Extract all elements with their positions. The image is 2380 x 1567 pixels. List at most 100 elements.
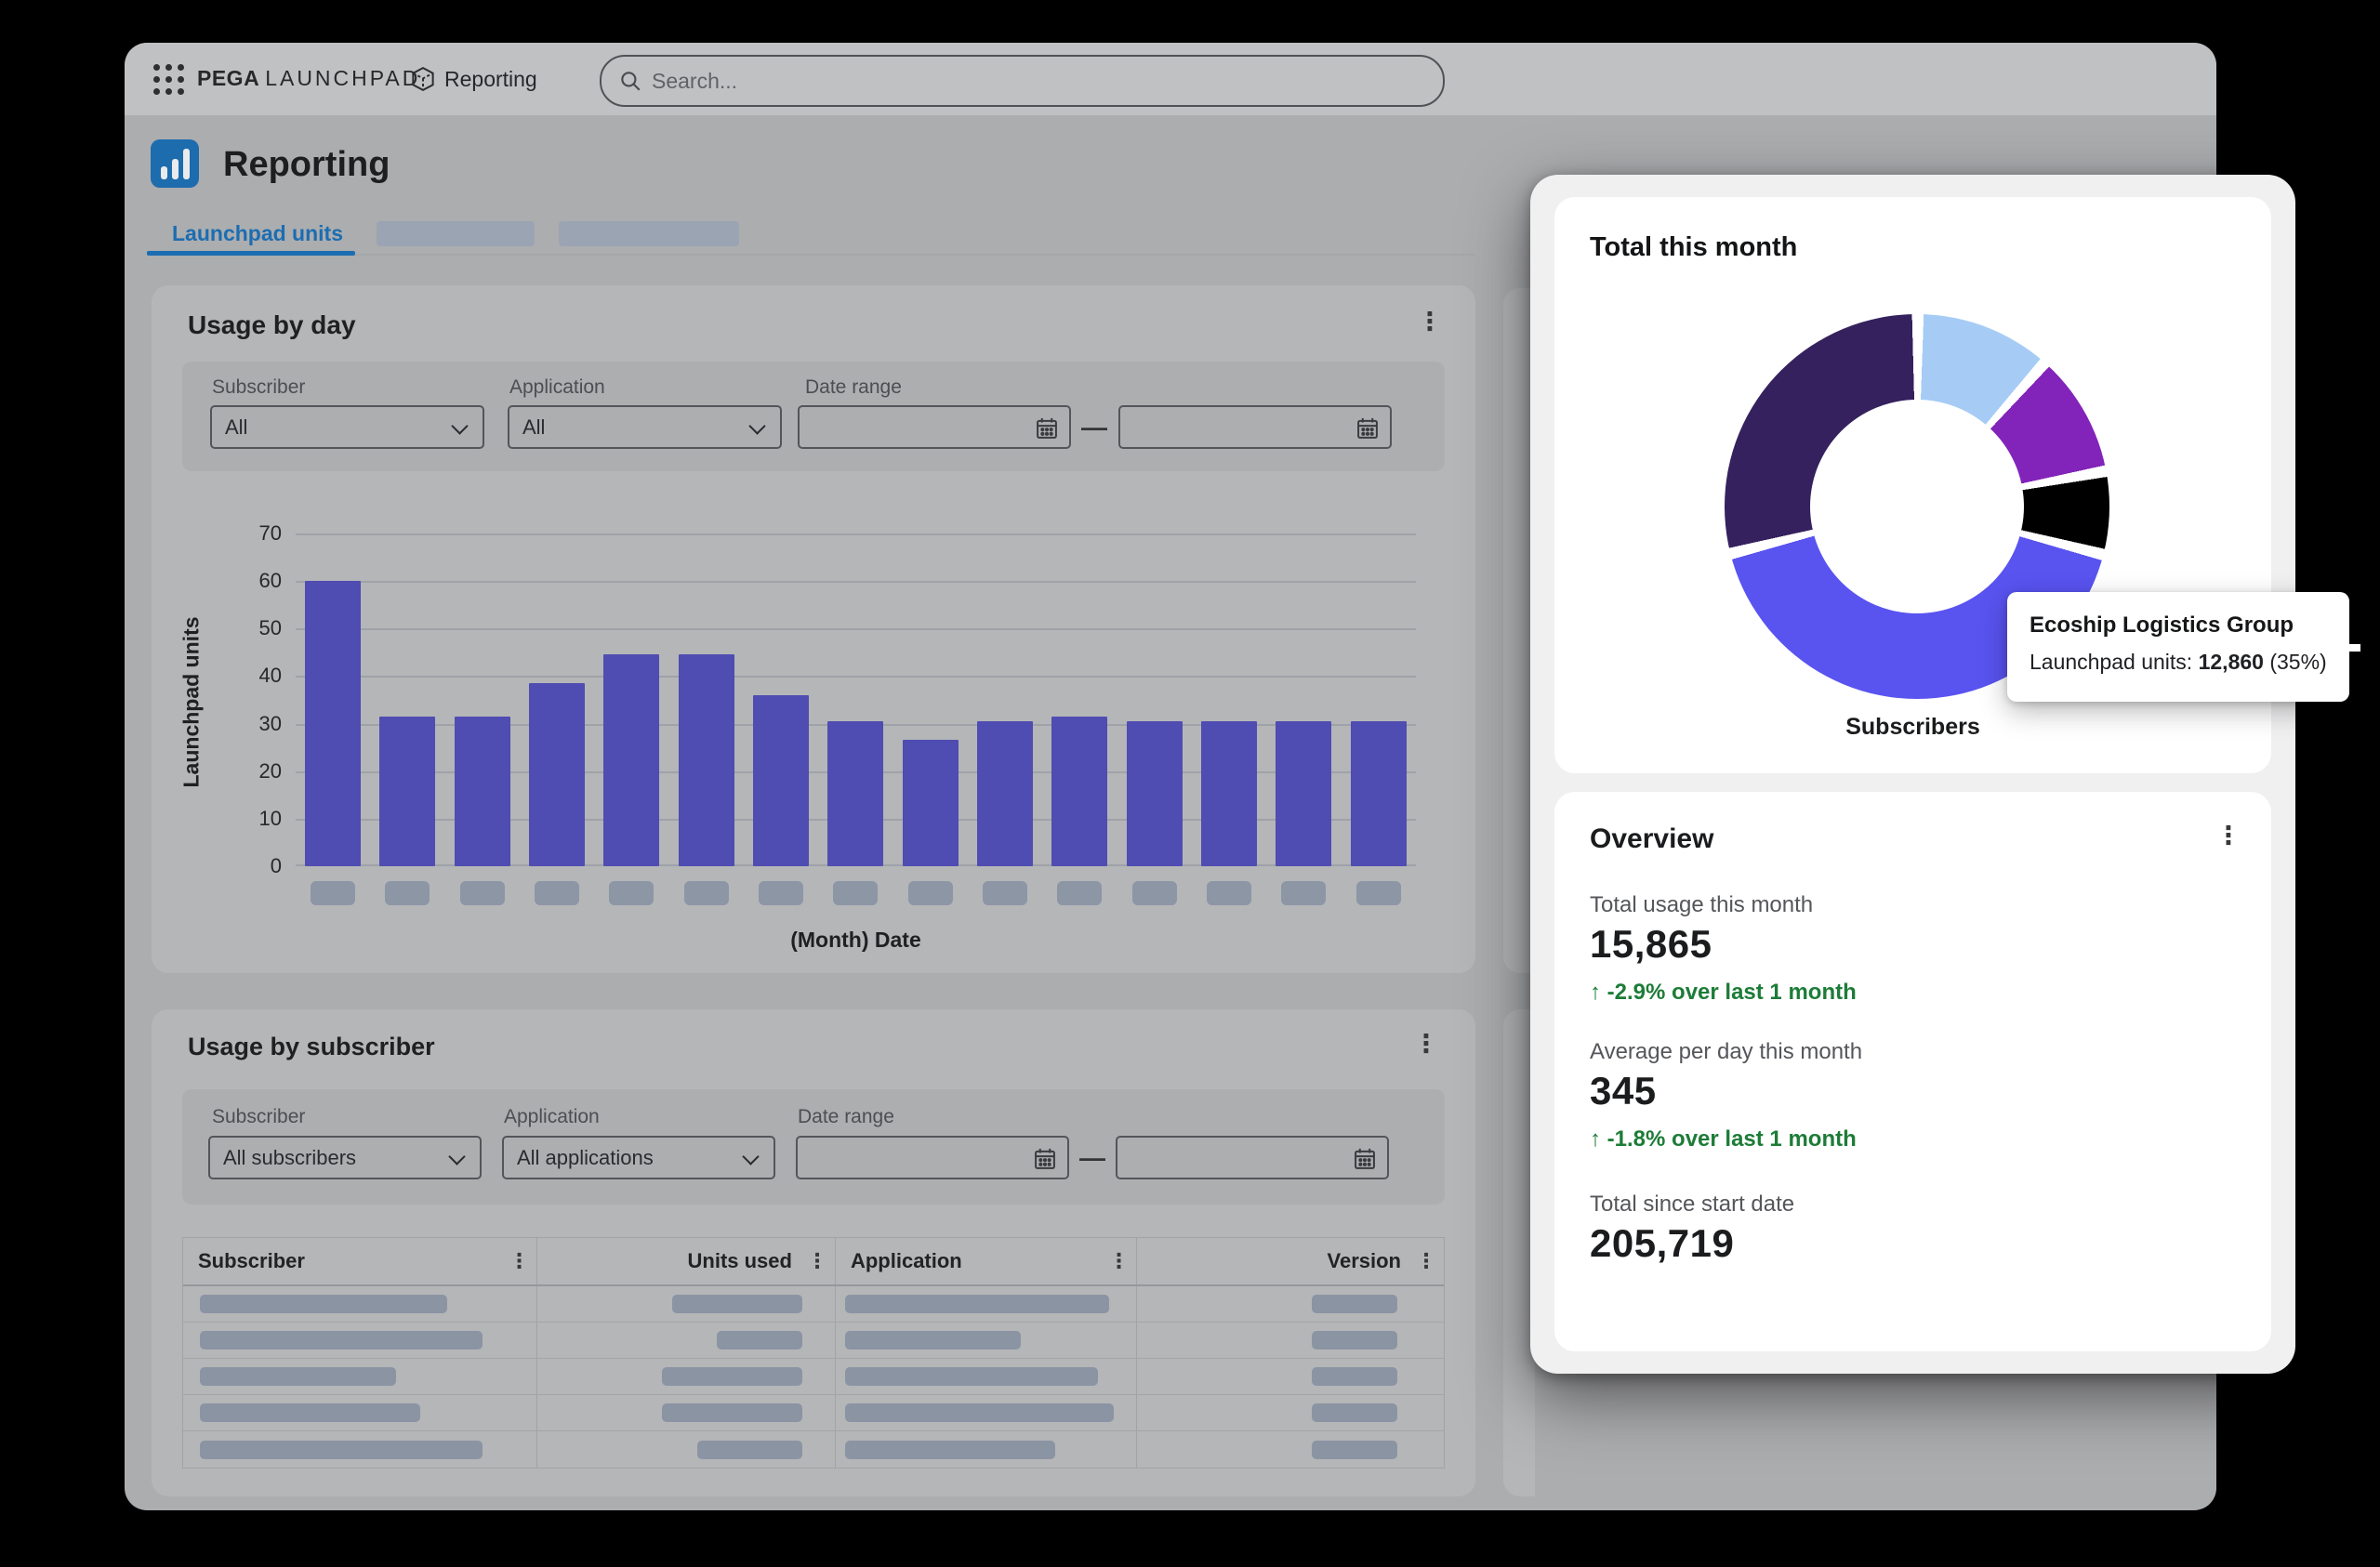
skeleton-pill xyxy=(1312,1295,1397,1313)
skeleton-pill xyxy=(1312,1367,1397,1386)
chevron-down-icon xyxy=(451,417,468,434)
usage-by-day-kebab-icon[interactable] xyxy=(1416,308,1444,336)
usage-by-subscriber-kebab-icon[interactable] xyxy=(1412,1030,1440,1058)
search-input[interactable]: Search... xyxy=(600,55,1445,107)
up-arrow-icon: ↑ xyxy=(1590,980,1601,1005)
application-filter-label: Application xyxy=(504,1106,600,1128)
column-header-label: Application xyxy=(851,1238,962,1284)
column-kebab-icon[interactable] xyxy=(505,1247,533,1275)
bar[interactable] xyxy=(1276,721,1331,866)
usage-by-day-title: Usage by day xyxy=(188,310,356,340)
application-filter-label: Application xyxy=(509,376,605,399)
date-end-input[interactable] xyxy=(1116,1136,1389,1179)
table-cell xyxy=(1137,1395,1444,1430)
bar[interactable] xyxy=(679,654,734,866)
y-tick-label: 60 xyxy=(198,568,282,594)
subscriber-dropdown[interactable]: All xyxy=(210,405,484,449)
chevron-down-icon xyxy=(742,1148,759,1165)
skeleton-pill xyxy=(717,1331,802,1350)
bar[interactable] xyxy=(1051,717,1107,866)
bar[interactable] xyxy=(977,721,1033,866)
subscriber-filter-label: Subscriber xyxy=(212,376,305,399)
total-this-month-title: Total this month xyxy=(1590,232,1797,263)
bar[interactable] xyxy=(529,683,585,866)
date-start-input[interactable] xyxy=(798,405,1071,449)
tab-placeholder[interactable] xyxy=(377,221,535,246)
table-row xyxy=(183,1431,1444,1468)
chevron-down-icon xyxy=(448,1148,465,1165)
date-end-input[interactable] xyxy=(1118,405,1392,449)
bar[interactable] xyxy=(305,581,361,866)
tab-placeholder[interactable] xyxy=(559,221,739,246)
table-row xyxy=(183,1395,1444,1431)
column-kebab-icon[interactable] xyxy=(1412,1247,1440,1275)
bar[interactable] xyxy=(903,740,959,866)
y-tick-label: 30 xyxy=(198,711,282,737)
skeleton-pill xyxy=(845,1441,1055,1459)
skeleton-pill xyxy=(697,1441,802,1459)
skeleton-pill xyxy=(845,1295,1109,1313)
column-header-label: Version xyxy=(1328,1238,1401,1284)
skeleton-pill xyxy=(845,1367,1098,1386)
date-range-label: Date range xyxy=(805,376,902,399)
bar[interactable] xyxy=(1127,721,1183,866)
x-tick-placeholder xyxy=(983,881,1027,905)
table-cell xyxy=(537,1395,836,1430)
application-dropdown[interactable]: All applications xyxy=(502,1136,775,1179)
x-tick-placeholder xyxy=(908,881,953,905)
stat-delta-text: -2.9% over last 1 month xyxy=(1607,980,1857,1005)
table-row xyxy=(183,1286,1444,1323)
y-tick-label: 50 xyxy=(198,615,282,641)
subscriber-filter-label: Subscriber xyxy=(212,1106,305,1128)
skeleton-pill xyxy=(200,1441,483,1459)
app-launcher-icon[interactable] xyxy=(153,64,184,95)
header-cell: Application xyxy=(836,1238,1138,1284)
x-tick-placeholder xyxy=(1281,881,1326,905)
x-tick-placeholder xyxy=(1132,881,1177,905)
tab-launchpad-units[interactable]: Launchpad units xyxy=(172,221,343,246)
calendar-icon xyxy=(1034,415,1060,441)
tooltip-value-line: Launchpad units: 12,860 (35%) xyxy=(2030,650,2327,675)
table-cell xyxy=(836,1431,1138,1468)
bar[interactable] xyxy=(827,721,883,866)
date-start-input[interactable] xyxy=(796,1136,1069,1179)
stat-value: 15,865 xyxy=(1590,922,1712,967)
app-cube-icon xyxy=(409,65,437,93)
reporting-page-icon xyxy=(151,139,199,188)
stat-value: 345 xyxy=(1590,1069,1657,1113)
x-tick-placeholder xyxy=(609,881,654,905)
tooltip-title: Ecoship Logistics Group xyxy=(2030,612,2294,639)
application-dropdown[interactable]: All xyxy=(508,405,782,449)
active-tab-underline xyxy=(147,251,355,256)
brand-logo: PEGALAUNCHPAD xyxy=(197,66,420,91)
chevron-down-icon xyxy=(748,417,765,434)
stat-value: 205,719 xyxy=(1590,1221,1734,1266)
bar[interactable] xyxy=(455,717,510,866)
bar[interactable] xyxy=(1351,721,1407,866)
table-cell xyxy=(183,1359,537,1394)
skeleton-pill xyxy=(200,1367,396,1386)
table-cell xyxy=(537,1431,836,1468)
donut-hole xyxy=(1810,400,2024,613)
column-header-label: Subscriber xyxy=(198,1238,305,1284)
bar[interactable] xyxy=(1201,721,1257,866)
brand-primary: PEGA xyxy=(197,66,259,90)
x-axis-title: (Month) Date xyxy=(296,928,1416,953)
subscriber-dropdown[interactable]: All subscribers xyxy=(208,1136,482,1179)
gridline xyxy=(296,676,1416,678)
overview-kebab-icon[interactable] xyxy=(2215,822,2242,849)
skeleton-pill xyxy=(1312,1403,1397,1422)
x-tick-placeholder xyxy=(385,881,430,905)
table-cell xyxy=(537,1359,836,1394)
bar[interactable] xyxy=(379,717,435,866)
table-cell xyxy=(836,1395,1138,1430)
stat-label: Total usage this month xyxy=(1590,892,1813,918)
column-kebab-icon[interactable] xyxy=(1104,1247,1132,1275)
table-cell xyxy=(836,1286,1138,1322)
bar[interactable] xyxy=(603,654,659,866)
bar[interactable] xyxy=(753,695,809,866)
table-cell xyxy=(183,1323,537,1358)
table-cell xyxy=(537,1323,836,1358)
header-cell: Subscriber xyxy=(183,1238,537,1284)
column-kebab-icon[interactable] xyxy=(803,1247,831,1275)
